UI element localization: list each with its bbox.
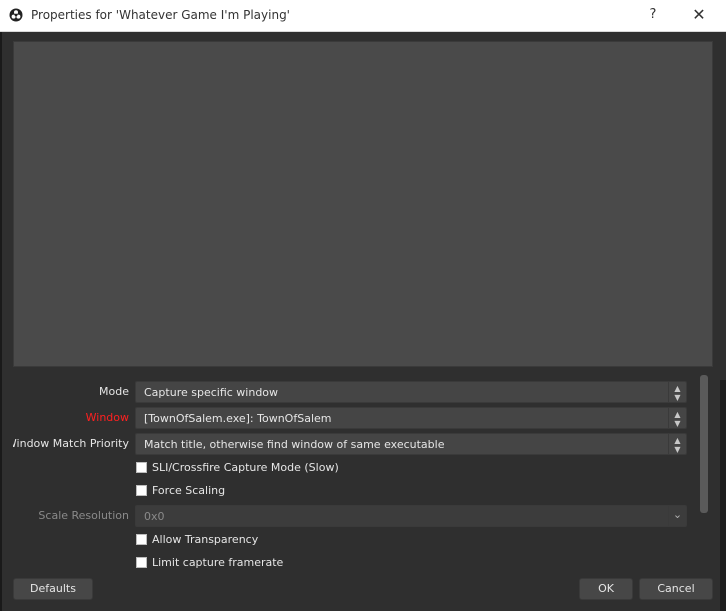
window-match-priority-dropdown[interactable]: Match title, otherwise find window of sa… (135, 433, 687, 455)
scale-resolution-label: Scale Resolution (38, 509, 129, 522)
spin-arrows-icon: ▲ ▼ (668, 434, 686, 454)
cancel-button[interactable]: Cancel (639, 578, 713, 600)
spin-arrows-icon: ▲ ▼ (668, 382, 686, 402)
force-scaling-label: Force Scaling (152, 484, 226, 497)
scale-resolution-row: Scale Resolution 0x0 ⌄ (13, 505, 697, 527)
sli-crossfire-checkbox[interactable] (136, 462, 147, 473)
scale-resolution-dropdown[interactable]: 0x0 ⌄ (135, 505, 687, 527)
source-preview (13, 41, 713, 367)
window-label: Window (85, 411, 129, 424)
window-match-priority-label: Window Match Priority (13, 437, 129, 450)
defaults-button[interactable]: Defaults (13, 578, 93, 600)
mode-row: Mode Capture specific window ▲ ▼ (13, 381, 697, 403)
force-scaling-checkbox[interactable] (136, 485, 147, 496)
window-title: Properties for 'Whatever Game I'm Playin… (31, 8, 290, 22)
help-button[interactable]: ? (638, 5, 668, 25)
window-match-priority-value: Match title, otherwise find window of sa… (144, 438, 445, 451)
properties-list: Mode Capture specific window ▲ ▼ Window [… (13, 375, 697, 573)
allow-transparency-checkbox[interactable] (136, 534, 147, 545)
mode-value: Capture specific window (144, 386, 279, 399)
left-edge (0, 31, 2, 611)
allow-transparency-label: Allow Transparency (152, 533, 259, 546)
window-value: [TownOfSalem.exe]: TownOfSalem (144, 412, 332, 425)
limit-capture-framerate-label: Limit capture framerate (152, 556, 284, 569)
window-dropdown[interactable]: [TownOfSalem.exe]: TownOfSalem ▲ ▼ (135, 407, 687, 429)
limit-capture-framerate-checkbox[interactable] (136, 557, 147, 568)
properties-dialog: Properties for 'Whatever Game I'm Playin… (0, 0, 726, 611)
mode-dropdown[interactable]: Capture specific window ▲ ▼ (135, 381, 687, 403)
ok-button[interactable]: OK (579, 578, 633, 600)
window-match-priority-row: Window Match Priority Match title, other… (13, 433, 697, 455)
background-window-edge (720, 380, 726, 611)
properties-scrollbar[interactable] (699, 375, 709, 573)
window-row: Window [TownOfSalem.exe]: TownOfSalem ▲ ▼ (13, 407, 697, 429)
sli-crossfire-label: SLI/Crossfire Capture Mode (Slow) (152, 461, 339, 474)
spin-arrows-icon: ▲ ▼ (668, 408, 686, 428)
chevron-down-icon: ⌄ (668, 506, 686, 526)
scrollbar-thumb[interactable] (700, 375, 708, 513)
close-button[interactable]: ✕ (684, 5, 714, 25)
obs-logo-icon (9, 8, 23, 22)
title-bar: Properties for 'Whatever Game I'm Playin… (0, 0, 726, 32)
scale-resolution-value: 0x0 (144, 510, 165, 523)
mode-label: Mode (99, 385, 129, 398)
